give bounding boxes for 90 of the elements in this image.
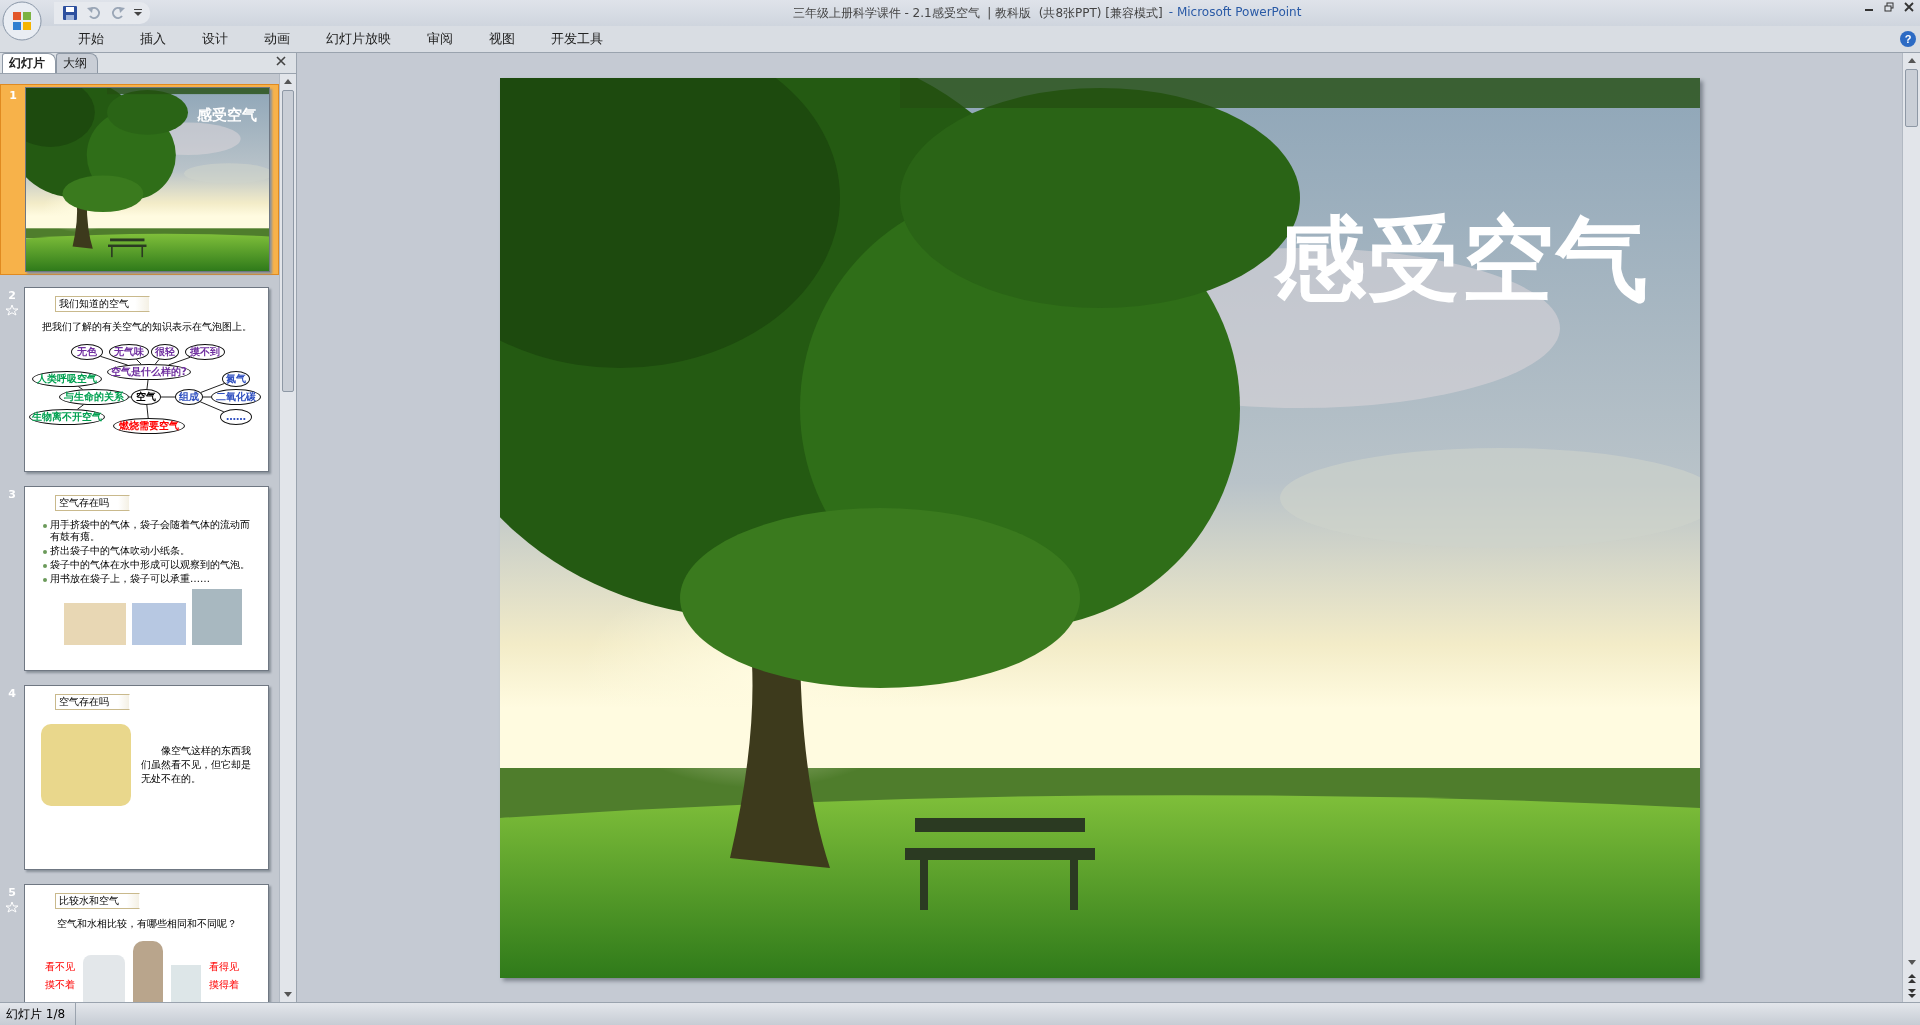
slide-title: 感受空气 <box>1273 204 1650 315</box>
scrollbar[interactable] <box>279 74 296 1002</box>
bubble: 空气 <box>131 389 161 405</box>
connector-line <box>76 404 85 410</box>
ribbon-tab[interactable]: 幻灯片放映 <box>308 30 409 48</box>
thumbnail-item[interactable]: 5 比较水和空气 空气和水相比较，有哪些相同和不同呢？ 看不见 摸不着 看得见 摸得着 <box>0 882 279 1002</box>
scrollbar[interactable] <box>1902 53 1920 1002</box>
bubble: 人类呼吸空气 <box>32 371 102 387</box>
pane-tab[interactable]: 幻灯片 <box>2 53 56 73</box>
scrollbar-thumb[interactable] <box>282 90 294 392</box>
bubble: 生物离不开空气 <box>29 409 105 425</box>
connector-line <box>99 355 129 366</box>
ribbon-tab[interactable]: 审阅 <box>409 30 471 48</box>
bubble: 空气是什么样的? <box>107 364 191 380</box>
bullet-icon <box>43 578 47 582</box>
bullet-icon <box>43 550 47 554</box>
slide-number: 5 <box>8 886 16 899</box>
bubble: 二氧化碳 <box>211 389 261 405</box>
ribbon-tab[interactable]: 开始 <box>60 30 122 48</box>
bullet-text: 用手挤袋中的气体，袋子会随着气体的流动而有鼓有瘪。 <box>50 519 251 543</box>
app-name: - Microsoft PowerPoint <box>1168 4 1302 21</box>
ribbon-tab[interactable]: 视图 <box>471 30 533 48</box>
bullet-icon <box>43 564 47 568</box>
connector-line <box>146 379 149 390</box>
connector-line <box>128 396 132 398</box>
bubble: 很轻 <box>151 344 179 360</box>
slide-number: 2 <box>8 289 16 302</box>
heading-label: 空气存在吗 <box>55 694 130 710</box>
slide-indicator: 幻灯片 1/8 <box>0 1003 77 1025</box>
photo-placeholder <box>132 603 186 645</box>
bubble: …… <box>220 409 252 425</box>
thumbnail-item[interactable]: 3 空气存在吗 用手挤袋中的气体，袋子会随着气体的流动而有鼓有瘪。 挤出袋子中的气体吹动小纸条。 袋子中的气体在水中形成可以观察到的气泡。 用书放在袋子上，袋子可以承重…… <box>0 484 279 673</box>
bullet-text: 袋子中的气体在水中形成可以观察到的气泡。 <box>50 559 250 571</box>
bubble: 组成 <box>175 389 203 405</box>
label-text: 看不见 <box>45 960 75 974</box>
bubble: 无色 <box>71 344 103 360</box>
slide-number: 3 <box>8 488 16 501</box>
label-text: 摸不着 <box>45 978 75 992</box>
scroll-down-icon[interactable] <box>284 992 292 998</box>
connector-line <box>200 382 225 394</box>
connector-line <box>202 396 212 398</box>
thumbnail-item[interactable]: 4 空气存在吗 像空气这样的东西我们虽然看不见，但它却是无处不在的。 <box>0 683 279 872</box>
thumbnail-item[interactable]: 2 我们知道的空气 把我们了解的有关空气的知识表示在气泡图上。 无色 无气味 很轻 摸不到 空气是什么样的? 人类呼吸空气 氮气 与生命的关系 空气 组成 二氧化碳 生物离不开空气 …… 燃烧需要空气 <box>0 285 279 474</box>
pane-tab[interactable]: 大纲 <box>56 53 98 73</box>
question-text: 空气和水相比较，有哪些相同和不同呢？ <box>55 917 238 931</box>
scroll-up-icon[interactable] <box>1907 57 1916 63</box>
slide-title: 感受空气 <box>197 106 257 125</box>
bubble: 摸不到 <box>185 344 225 360</box>
help-button[interactable]: ? <box>1900 31 1916 47</box>
customize-caret-icon[interactable] <box>134 9 142 17</box>
slide-number: 4 <box>8 687 16 700</box>
connector-line <box>154 358 160 365</box>
slide-number: 1 <box>9 89 17 102</box>
ribbon-tab[interactable]: 开发工具 <box>533 30 621 48</box>
heading-label: 我们知道的空气 <box>55 296 150 312</box>
illustration-placeholder <box>133 941 163 1002</box>
restore-icon[interactable] <box>1884 2 1894 12</box>
bag-placeholder <box>83 955 125 1002</box>
connector-line <box>160 396 176 398</box>
scroll-down-icon[interactable] <box>1907 960 1916 966</box>
label-text: 看得见 <box>209 960 239 974</box>
save-icon[interactable] <box>62 5 78 21</box>
bubble: 与生命的关系 <box>59 389 129 405</box>
ribbon-tab[interactable]: 插入 <box>122 30 184 48</box>
connector-line <box>77 386 84 390</box>
bubble: 燃烧需要空气 <box>113 418 185 434</box>
ribbon-tab[interactable]: 动画 <box>246 30 308 48</box>
connector-line <box>199 401 225 413</box>
window-title: 三年级上册科学课件 - 2.1感受空气 | 教科版 (共8张PPT) [兼容模式] <box>792 4 1163 22</box>
bubble: 无气味 <box>109 344 149 360</box>
close-icon[interactable] <box>1904 2 1914 12</box>
body-text: 像空气这样的东西我们虽然看不见，但它却是无处不在的。 <box>141 744 251 786</box>
connector-line <box>135 358 142 365</box>
bullet-text: 挤出袋子中的气体吹动小纸条。 <box>50 545 190 557</box>
connector-line <box>146 404 149 419</box>
instruction-text: 把我们了解的有关空气的知识表示在气泡图上。 <box>40 320 253 334</box>
scroll-up-icon[interactable] <box>284 78 292 84</box>
bubble: 氮气 <box>222 371 250 387</box>
heading-label: 比较水和空气 <box>55 893 140 909</box>
connector-line <box>168 356 191 366</box>
label-text: 摸得着 <box>209 978 239 992</box>
photo-placeholder <box>192 589 242 645</box>
bullet-icon <box>43 524 47 528</box>
heading-label: 空气存在吗 <box>55 495 130 511</box>
illustration-placeholder <box>64 603 126 645</box>
ribbon-tab[interactable]: 设计 <box>184 30 246 48</box>
close-icon[interactable] <box>276 56 286 66</box>
glass-placeholder <box>171 965 201 1002</box>
scrollbar-thumb[interactable] <box>1905 69 1918 127</box>
bullet-text: 用书放在袋子上，袋子可以承重…… <box>50 573 210 585</box>
